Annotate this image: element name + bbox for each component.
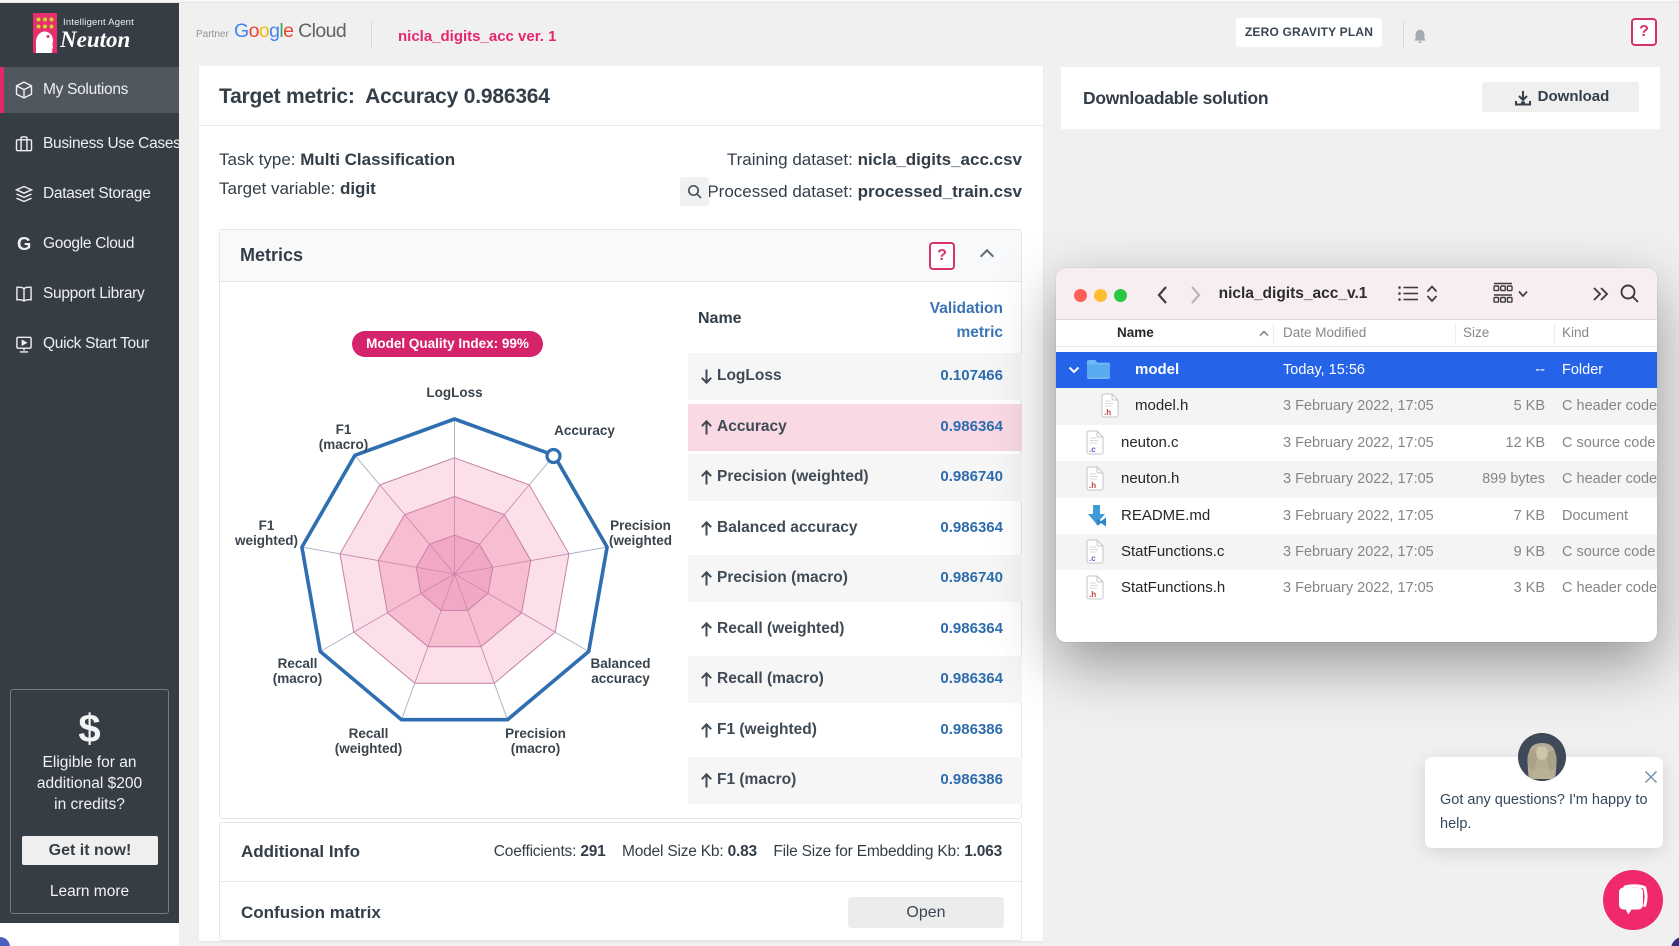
svg-text:F1: F1 bbox=[259, 518, 275, 533]
svg-text:Recall: Recall bbox=[349, 726, 389, 741]
svg-text:(weighted): (weighted) bbox=[335, 741, 403, 756]
svg-text:accuracy: accuracy bbox=[591, 671, 650, 686]
svg-text:.c: .c bbox=[1089, 554, 1096, 563]
svg-text:.h: .h bbox=[1089, 481, 1096, 490]
svg-text:Accuracy: Accuracy bbox=[554, 423, 615, 438]
svg-text:Precision: Precision bbox=[610, 518, 671, 533]
svg-text:.h: .h bbox=[1104, 408, 1111, 417]
svg-text:(weighted: (weighted bbox=[609, 533, 672, 548]
svg-text:F1: F1 bbox=[336, 422, 352, 437]
svg-text:LogLoss: LogLoss bbox=[426, 385, 482, 400]
svg-text:weighted): weighted) bbox=[234, 533, 298, 548]
svg-text:(macro): (macro) bbox=[319, 437, 369, 452]
svg-text:Precision: Precision bbox=[505, 726, 566, 741]
svg-text:Recall: Recall bbox=[278, 656, 318, 671]
svg-text:Balanced: Balanced bbox=[590, 656, 650, 671]
svg-text:(macro): (macro) bbox=[273, 671, 323, 686]
svg-text:G: G bbox=[17, 234, 31, 254]
svg-text:.h: .h bbox=[1089, 590, 1096, 599]
svg-text:(macro): (macro) bbox=[511, 741, 561, 756]
svg-text:.c: .c bbox=[1089, 445, 1096, 454]
